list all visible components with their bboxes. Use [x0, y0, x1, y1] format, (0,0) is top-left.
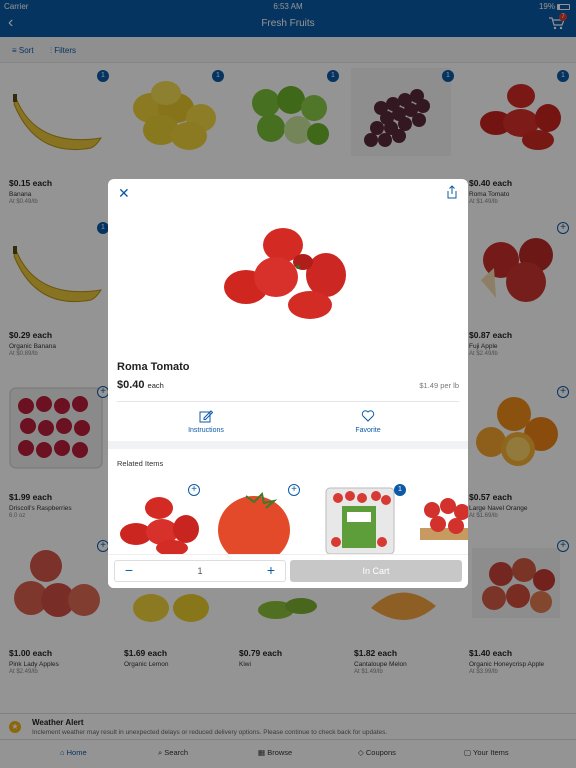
share-icon[interactable]: [446, 185, 458, 199]
modal-price-value: $0.40: [117, 379, 145, 391]
in-cart-button[interactable]: In Cart: [290, 560, 462, 582]
related-items-heading: Related Items: [117, 459, 164, 468]
instructions-button[interactable]: Instructions: [166, 409, 246, 434]
quantity-value[interactable]: 1: [115, 566, 285, 576]
related-item-card[interactable]: +: [214, 484, 304, 564]
close-icon[interactable]: ✕: [118, 185, 130, 202]
modal-unit-price: $1.49 per lb: [419, 381, 459, 390]
divider: [117, 401, 459, 402]
edit-icon: [199, 410, 213, 423]
section-separator: [108, 441, 468, 449]
add-related-item-button[interactable]: +: [288, 484, 300, 496]
favorite-button[interactable]: Favorite: [328, 409, 408, 434]
related-item-card[interactable]: 1: [320, 484, 410, 555]
related-item-card[interactable]: +: [114, 484, 204, 556]
modal-price-suffix: each: [147, 381, 164, 390]
related-cherry-tomatoes-image: [420, 498, 468, 540]
increase-quantity-button[interactable]: +: [261, 562, 281, 578]
related-item-card[interactable]: [418, 484, 468, 554]
favorite-label: Favorite: [355, 427, 381, 434]
quantity-stepper: − 1 +: [114, 560, 286, 582]
modal-product-price: $0.40 each: [117, 379, 164, 391]
product-detail-modal: ✕ Roma Tomato $0.40 each $1.49 per lb Ins…: [108, 179, 468, 588]
heart-icon: [361, 410, 375, 422]
add-related-item-button[interactable]: +: [188, 484, 200, 496]
modal-product-title: Roma Tomato: [117, 361, 190, 373]
quantity-badge[interactable]: 1: [394, 484, 406, 496]
modal-footer: − 1 + In Cart: [108, 554, 468, 588]
instructions-label: Instructions: [188, 427, 224, 434]
roma-tomato-hero-image: [224, 228, 346, 319]
